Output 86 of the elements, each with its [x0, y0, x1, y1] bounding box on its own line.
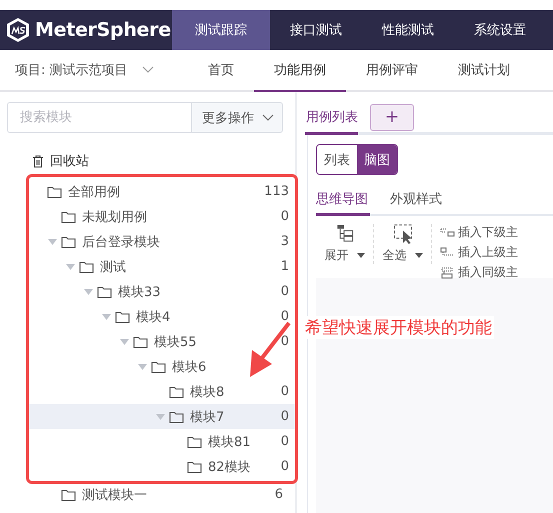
mind-map-tab[interactable]: 思维导图: [316, 185, 370, 216]
case-count: 0: [280, 209, 289, 224]
tree-item-label: 模块81: [208, 434, 251, 450]
logo-text: MeterSphere: [35, 19, 171, 41]
tree-item[interactable]: 模块6: [29, 354, 295, 379]
folder-icon: [187, 434, 202, 448]
project-selector[interactable]: 项目: 测试示范项目: [15, 61, 128, 79]
mind-map-tab[interactable]: 外观样式: [390, 185, 444, 216]
select-all-button[interactable]: 全选: [374, 224, 432, 264]
view-toggle-option[interactable]: 脑图: [357, 145, 397, 174]
folder-icon: [47, 184, 62, 198]
logo-icon: [6, 17, 30, 43]
trash-icon: [32, 154, 44, 168]
subnav-tab[interactable]: 功能用例: [254, 50, 346, 92]
tree-item[interactable]: 模块4 0: [29, 304, 295, 329]
case-count: 6: [274, 487, 283, 502]
topic-icon: [440, 226, 456, 238]
annotation-arrow: [250, 322, 291, 377]
tree-item[interactable]: 82模块 0: [29, 454, 295, 479]
insert-topic-button[interactable]: 插入上级主: [440, 244, 518, 261]
tree-item-label: 模块7: [190, 408, 224, 426]
insert-topic-button[interactable]: 插入下级主: [440, 224, 518, 241]
folder-icon: [115, 310, 130, 324]
caret-down-icon: [356, 253, 364, 258]
subnav-tab[interactable]: 首页: [188, 50, 254, 92]
search-field[interactable]: 搜索模块: [7, 102, 191, 133]
case-count: 0: [280, 384, 289, 399]
tree-item-label: 模块55: [154, 334, 197, 350]
tree-item[interactable]: 后台登录模块 3: [29, 229, 295, 254]
folder-icon: [151, 360, 166, 374]
nav-tab[interactable]: 接口测试: [270, 10, 362, 50]
tree-item[interactable]: 全部用例 113: [29, 179, 295, 204]
case-count: 3: [280, 234, 289, 249]
topic-icon: [440, 246, 456, 258]
folder-icon: [187, 460, 202, 474]
tree-item[interactable]: 模块8 0: [29, 379, 295, 404]
tree-item[interactable]: 模块55 0: [29, 329, 295, 354]
case-count: 0: [280, 309, 289, 324]
case-count: 0: [280, 284, 289, 299]
case-count: 1: [280, 259, 289, 274]
expand-button[interactable]: 展开: [316, 224, 374, 264]
insert-topic-button[interactable]: 插入同级主: [440, 264, 518, 281]
tree-item-label: 模块4: [136, 308, 170, 326]
expand-tree-icon: [334, 224, 354, 244]
folder-icon: [169, 410, 184, 424]
add-tab-button[interactable]: +: [370, 104, 414, 130]
subnav-tab[interactable]: 用例评审: [346, 50, 438, 92]
tree-item-label: 测试模块一: [82, 486, 147, 504]
tree-item-label: 模块8: [190, 384, 224, 400]
subnav-tab[interactable]: 测试计划: [438, 50, 530, 92]
nav-tab[interactable]: 系统设置: [454, 10, 546, 50]
folder-icon: [61, 234, 76, 248]
case-count: 0: [280, 334, 289, 349]
tree-item[interactable]: 未规划用例 0: [29, 204, 295, 229]
tree-item[interactable]: 测试 1: [29, 254, 295, 279]
tree-item-label: 后台登录模块: [82, 234, 160, 250]
tree-item[interactable]: 模块33 0: [29, 279, 295, 304]
tree-item[interactable]: 模块7 0: [29, 404, 295, 429]
folder-icon: [169, 384, 184, 398]
select-all-icon: [392, 224, 412, 244]
recycle-bin-link[interactable]: 回收站: [50, 152, 89, 170]
folder-icon: [97, 284, 112, 298]
folder-icon: [61, 488, 76, 502]
case-count: 113: [264, 184, 289, 199]
folder-icon: [79, 260, 94, 274]
tree-item[interactable]: 测试模块一 6: [26, 484, 292, 505]
tree-item-label: 未规划用例: [82, 208, 147, 226]
caret-down-icon: [414, 253, 422, 258]
annotation-text: 希望快速展开模块的功能: [305, 316, 494, 339]
folder-icon: [61, 210, 76, 224]
tree-item-label: 82模块: [208, 458, 251, 476]
more-actions-button[interactable]: 更多操作: [191, 102, 283, 133]
chevron-down-icon: [142, 66, 154, 74]
tree-item[interactable]: 模块81 0: [29, 429, 295, 454]
tree-item-label: 模块6: [172, 358, 206, 376]
chevron-down-icon: [262, 114, 274, 122]
tree-item-label: 模块33: [118, 284, 161, 300]
nav-tab[interactable]: 测试跟踪: [172, 10, 270, 50]
tree-item-label: 测试: [100, 258, 126, 276]
folder-icon: [133, 334, 148, 348]
editor-tab[interactable]: 用例列表: [305, 102, 358, 135]
tree-item-label: 全部用例: [68, 184, 120, 200]
case-count: 0: [280, 459, 289, 474]
case-count: 0: [280, 409, 289, 424]
case-count: 0: [280, 434, 289, 449]
nav-tab[interactable]: 性能测试: [362, 10, 454, 50]
